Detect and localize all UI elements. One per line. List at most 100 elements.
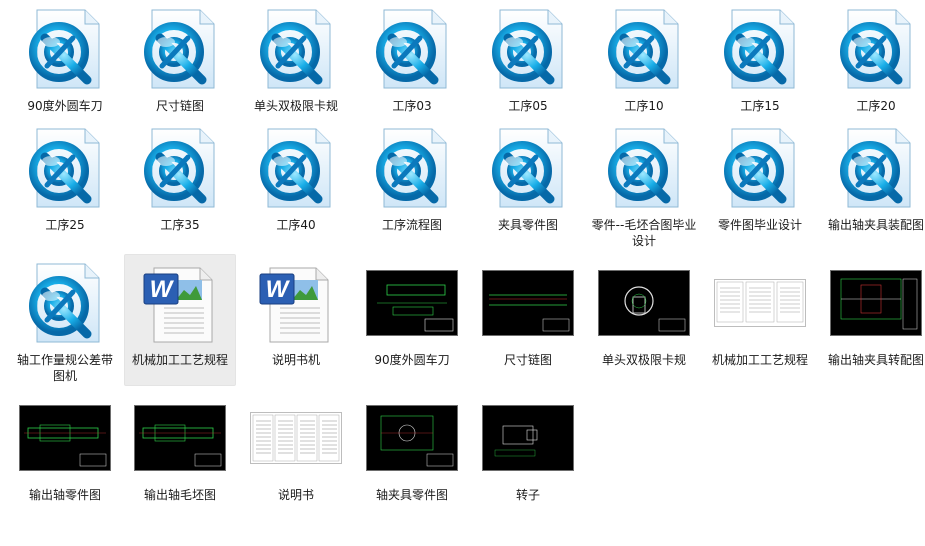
file-icon: W: [132, 255, 228, 351]
file-name: 工序20: [856, 99, 896, 113]
file-icon: [364, 390, 460, 486]
file-icon: [17, 1, 113, 97]
dwg-file-icon: [376, 128, 447, 208]
file-item[interactable]: 尺寸链图: [124, 0, 236, 132]
file-item[interactable]: 工序35: [124, 119, 236, 251]
file-item[interactable]: 零件图毕业设计: [704, 119, 816, 251]
file-icon: [828, 120, 924, 216]
file-item[interactable]: 90度外圆车刀: [9, 0, 121, 132]
file-icon: [828, 255, 924, 351]
file-name: 工序05: [508, 99, 548, 113]
drawing-thumbnail: [366, 270, 458, 336]
file-item[interactable]: 工序03: [356, 0, 468, 132]
file-icon: [17, 120, 113, 216]
dwg-file-icon: [376, 9, 447, 89]
file-grid: 90度外圆车刀 尺寸链图 单头双极限卡规 工序03 工序05 工序10 工序15…: [0, 0, 925, 546]
drawing-thumbnail: [830, 270, 922, 336]
file-item[interactable]: 转子: [472, 389, 584, 521]
file-icon: [712, 255, 808, 351]
file-icon: [828, 1, 924, 97]
file-icon: [17, 390, 113, 486]
dwg-file-icon: [724, 128, 795, 208]
dwg-file-icon: [492, 9, 563, 89]
file-icon: [364, 1, 460, 97]
file-item[interactable]: 尺寸链图: [472, 254, 584, 386]
file-item[interactable]: 工序05: [472, 0, 584, 132]
file-item[interactable]: 输出轴零件图: [9, 389, 121, 521]
file-icon: [132, 1, 228, 97]
file-name: 工序03: [392, 99, 432, 113]
file-item[interactable]: W 说明书机: [240, 254, 352, 386]
file-icon: [712, 1, 808, 97]
dwg-file-icon: [492, 128, 563, 208]
file-item[interactable]: 工序25: [9, 119, 121, 251]
drawing-thumbnail: [366, 405, 458, 471]
dwg-file-icon: [144, 9, 215, 89]
file-name: 单头双极限卡规: [253, 99, 338, 113]
file-icon: [480, 255, 576, 351]
file-name: 工序25: [45, 218, 85, 232]
svg-text:W: W: [150, 276, 175, 303]
dwg-file-icon: [840, 9, 911, 89]
file-item[interactable]: 工序20: [820, 0, 925, 132]
file-icon: [248, 120, 344, 216]
file-item[interactable]: 输出轴夹具装配图: [820, 119, 925, 251]
file-item[interactable]: 输出轴夹具转配图: [820, 254, 925, 386]
dwg-file-icon: [29, 263, 100, 343]
file-item[interactable]: 单头双极限卡规: [588, 254, 700, 386]
file-name: 工序流程图: [381, 218, 442, 232]
dwg-file-icon: [29, 9, 100, 89]
file-name: 90度外圆车刀: [27, 99, 103, 113]
file-item[interactable]: 夹具零件图: [472, 119, 584, 251]
file-name: 90度外圆车刀: [374, 353, 450, 367]
file-item[interactable]: 工序40: [240, 119, 352, 251]
file-name: 说明书: [277, 488, 314, 502]
file-name: 轴工作量规公差带图机: [16, 353, 113, 383]
file-icon: [364, 120, 460, 216]
file-name: 尺寸链图: [155, 99, 204, 113]
file-name: 轴夹具零件图: [375, 488, 448, 502]
file-item[interactable]: 90度外圆车刀: [356, 254, 468, 386]
file-name: 工序15: [740, 99, 780, 113]
file-item[interactable]: 工序流程图: [356, 119, 468, 251]
drawing-thumbnail: [482, 405, 574, 471]
file-item[interactable]: 机械加工工艺规程: [704, 254, 816, 386]
file-icon: [248, 1, 344, 97]
file-item[interactable]: W 机械加工工艺规程: [124, 254, 236, 386]
file-item[interactable]: 零件--毛坯合图毕业设计: [588, 119, 700, 251]
file-name: 输出轴夹具装配图: [827, 218, 924, 232]
drawing-thumbnail: [482, 270, 574, 336]
svg-text:W: W: [266, 276, 291, 303]
file-name: 工序40: [276, 218, 316, 232]
file-icon: [132, 120, 228, 216]
file-name: 输出轴毛坯图: [143, 488, 216, 502]
file-name: 机械加工工艺规程: [711, 353, 808, 367]
file-icon: [480, 390, 576, 486]
file-name: 转子: [515, 488, 540, 502]
file-icon: [596, 120, 692, 216]
file-item[interactable]: 工序10: [588, 0, 700, 132]
file-item[interactable]: 说明书: [240, 389, 352, 521]
file-icon: [364, 255, 460, 351]
drawing-thumbnail: [19, 405, 111, 471]
file-name: 单头双极限卡规: [601, 353, 686, 367]
file-icon: [248, 390, 344, 486]
file-icon: [17, 255, 113, 351]
file-item[interactable]: 轴夹具零件图: [356, 389, 468, 521]
dwg-file-icon: [608, 9, 679, 89]
file-name: 输出轴零件图: [28, 488, 101, 502]
dwg-file-icon: [29, 128, 100, 208]
file-icon: [596, 1, 692, 97]
file-icon: [480, 1, 576, 97]
word-document-icon: W: [143, 267, 213, 343]
file-item[interactable]: 单头双极限卡规: [240, 0, 352, 132]
file-item[interactable]: 输出轴毛坯图: [124, 389, 236, 521]
dwg-file-icon: [608, 128, 679, 208]
file-item[interactable]: 工序15: [704, 0, 816, 132]
file-icon: [132, 390, 228, 486]
file-icon: [480, 120, 576, 216]
file-name: 夹具零件图: [497, 218, 558, 232]
file-item[interactable]: 轴工作量规公差带图机: [9, 254, 121, 386]
file-name: 工序35: [160, 218, 200, 232]
document-thumbnail: [250, 412, 342, 464]
